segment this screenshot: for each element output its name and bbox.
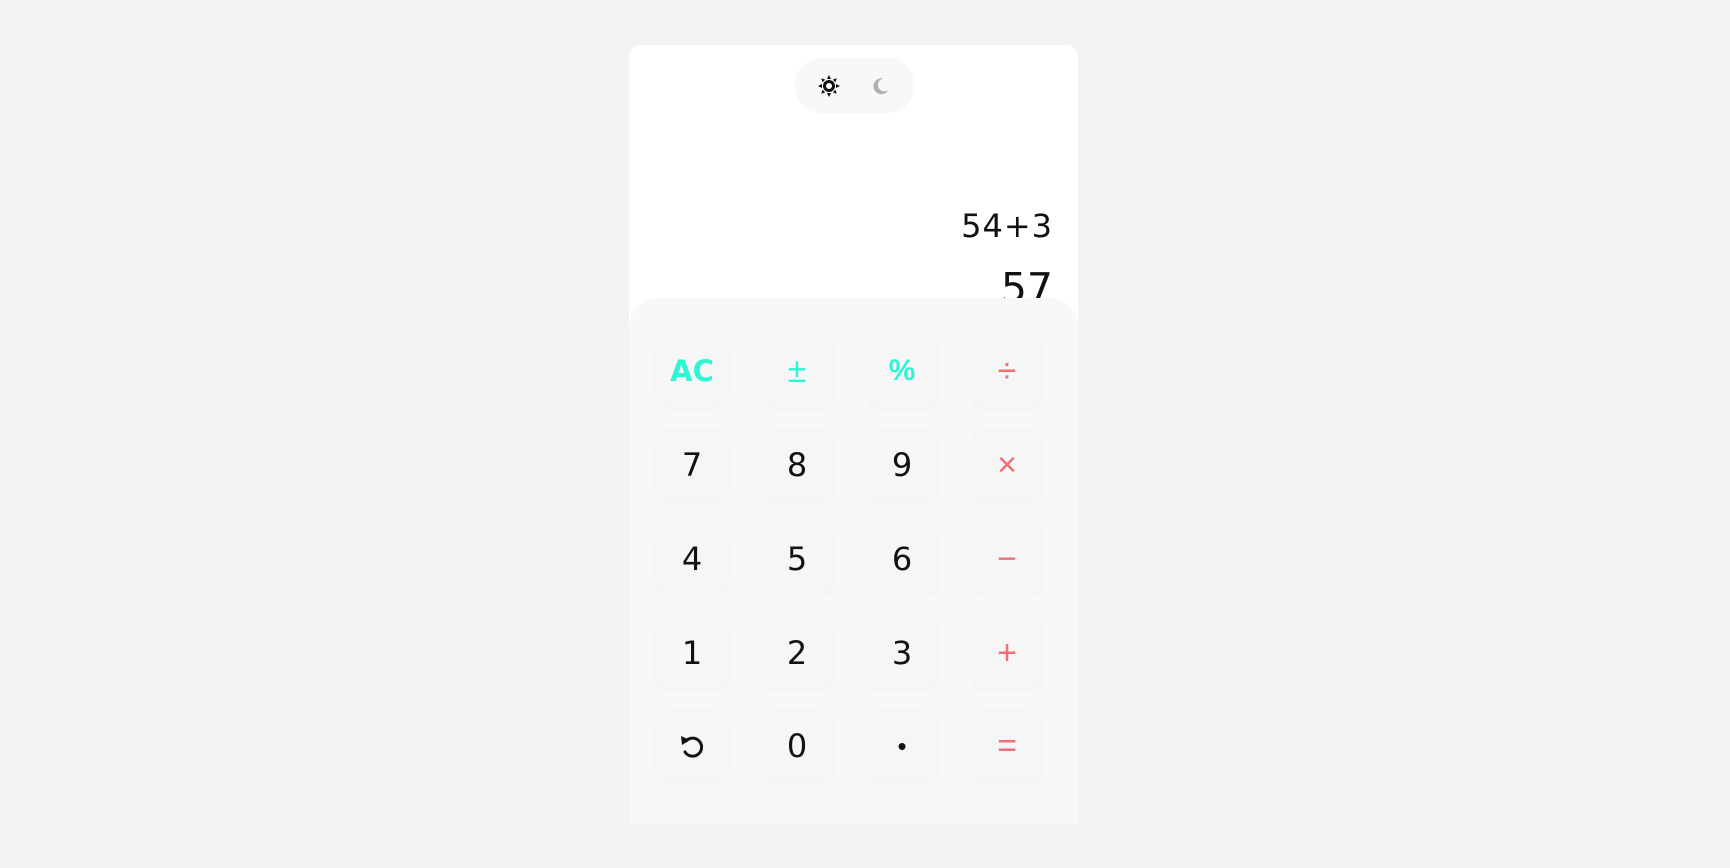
undo-icon bbox=[681, 736, 704, 758]
multiply-label: × bbox=[997, 445, 1017, 484]
expression-display: 54+3 bbox=[961, 207, 1053, 245]
clear-button-label: AC bbox=[670, 354, 714, 388]
clear-button[interactable]: AC bbox=[655, 334, 729, 408]
digit-0-label: 0 bbox=[786, 727, 808, 765]
plus-minus-label: ± bbox=[787, 351, 807, 390]
digit-4-button[interactable]: 4 bbox=[655, 522, 729, 596]
digit-5-button[interactable]: 5 bbox=[760, 522, 834, 596]
digit-4-label: 4 bbox=[681, 540, 703, 578]
moon-icon bbox=[873, 78, 889, 95]
percent-button[interactable]: % bbox=[865, 334, 939, 408]
decimal-button[interactable]: • bbox=[865, 709, 939, 783]
plus-label: + bbox=[997, 633, 1017, 672]
digit-0-button[interactable]: 0 bbox=[760, 709, 834, 783]
equals-label: = bbox=[997, 726, 1017, 765]
equals-button[interactable]: = bbox=[970, 709, 1044, 783]
digit-6-label: 6 bbox=[891, 540, 913, 578]
digit-2-label: 2 bbox=[786, 634, 808, 672]
display: 54+3 57 bbox=[629, 145, 1078, 315]
digit-9-label: 9 bbox=[891, 446, 913, 484]
percent-label: % bbox=[888, 354, 916, 387]
plus-minus-button[interactable]: ± bbox=[760, 334, 834, 408]
plus-button[interactable]: + bbox=[970, 616, 1044, 690]
digit-9-button[interactable]: 9 bbox=[865, 428, 939, 502]
digit-7-button[interactable]: 7 bbox=[655, 428, 729, 502]
digit-8-label: 8 bbox=[786, 446, 808, 484]
sun-icon bbox=[818, 75, 840, 97]
minus-button[interactable]: − bbox=[970, 522, 1044, 596]
light-theme-button[interactable] bbox=[813, 70, 845, 102]
digit-7-label: 7 bbox=[681, 446, 703, 484]
theme-toggle bbox=[795, 58, 914, 113]
undo-button[interactable] bbox=[655, 709, 729, 783]
digit-1-button[interactable]: 1 bbox=[655, 616, 729, 690]
calculator: 54+3 57 AC ± % ÷ 7 8 9 × 4 5 6 − 1 2 3 +… bbox=[629, 45, 1078, 823]
digit-3-label: 3 bbox=[891, 634, 913, 672]
divide-button[interactable]: ÷ bbox=[970, 334, 1044, 408]
keypad: AC ± % ÷ 7 8 9 × 4 5 6 − 1 2 3 + 0 • = bbox=[629, 298, 1078, 823]
digit-8-button[interactable]: 8 bbox=[760, 428, 834, 502]
dark-theme-button[interactable] bbox=[865, 70, 897, 102]
digit-5-label: 5 bbox=[786, 540, 808, 578]
minus-label: − bbox=[997, 539, 1017, 578]
digit-2-button[interactable]: 2 bbox=[760, 616, 834, 690]
digit-3-button[interactable]: 3 bbox=[865, 616, 939, 690]
digit-1-label: 1 bbox=[681, 634, 703, 672]
divide-label: ÷ bbox=[997, 351, 1017, 390]
decimal-label: • bbox=[897, 730, 907, 761]
multiply-button[interactable]: × bbox=[970, 428, 1044, 502]
digit-6-button[interactable]: 6 bbox=[865, 522, 939, 596]
